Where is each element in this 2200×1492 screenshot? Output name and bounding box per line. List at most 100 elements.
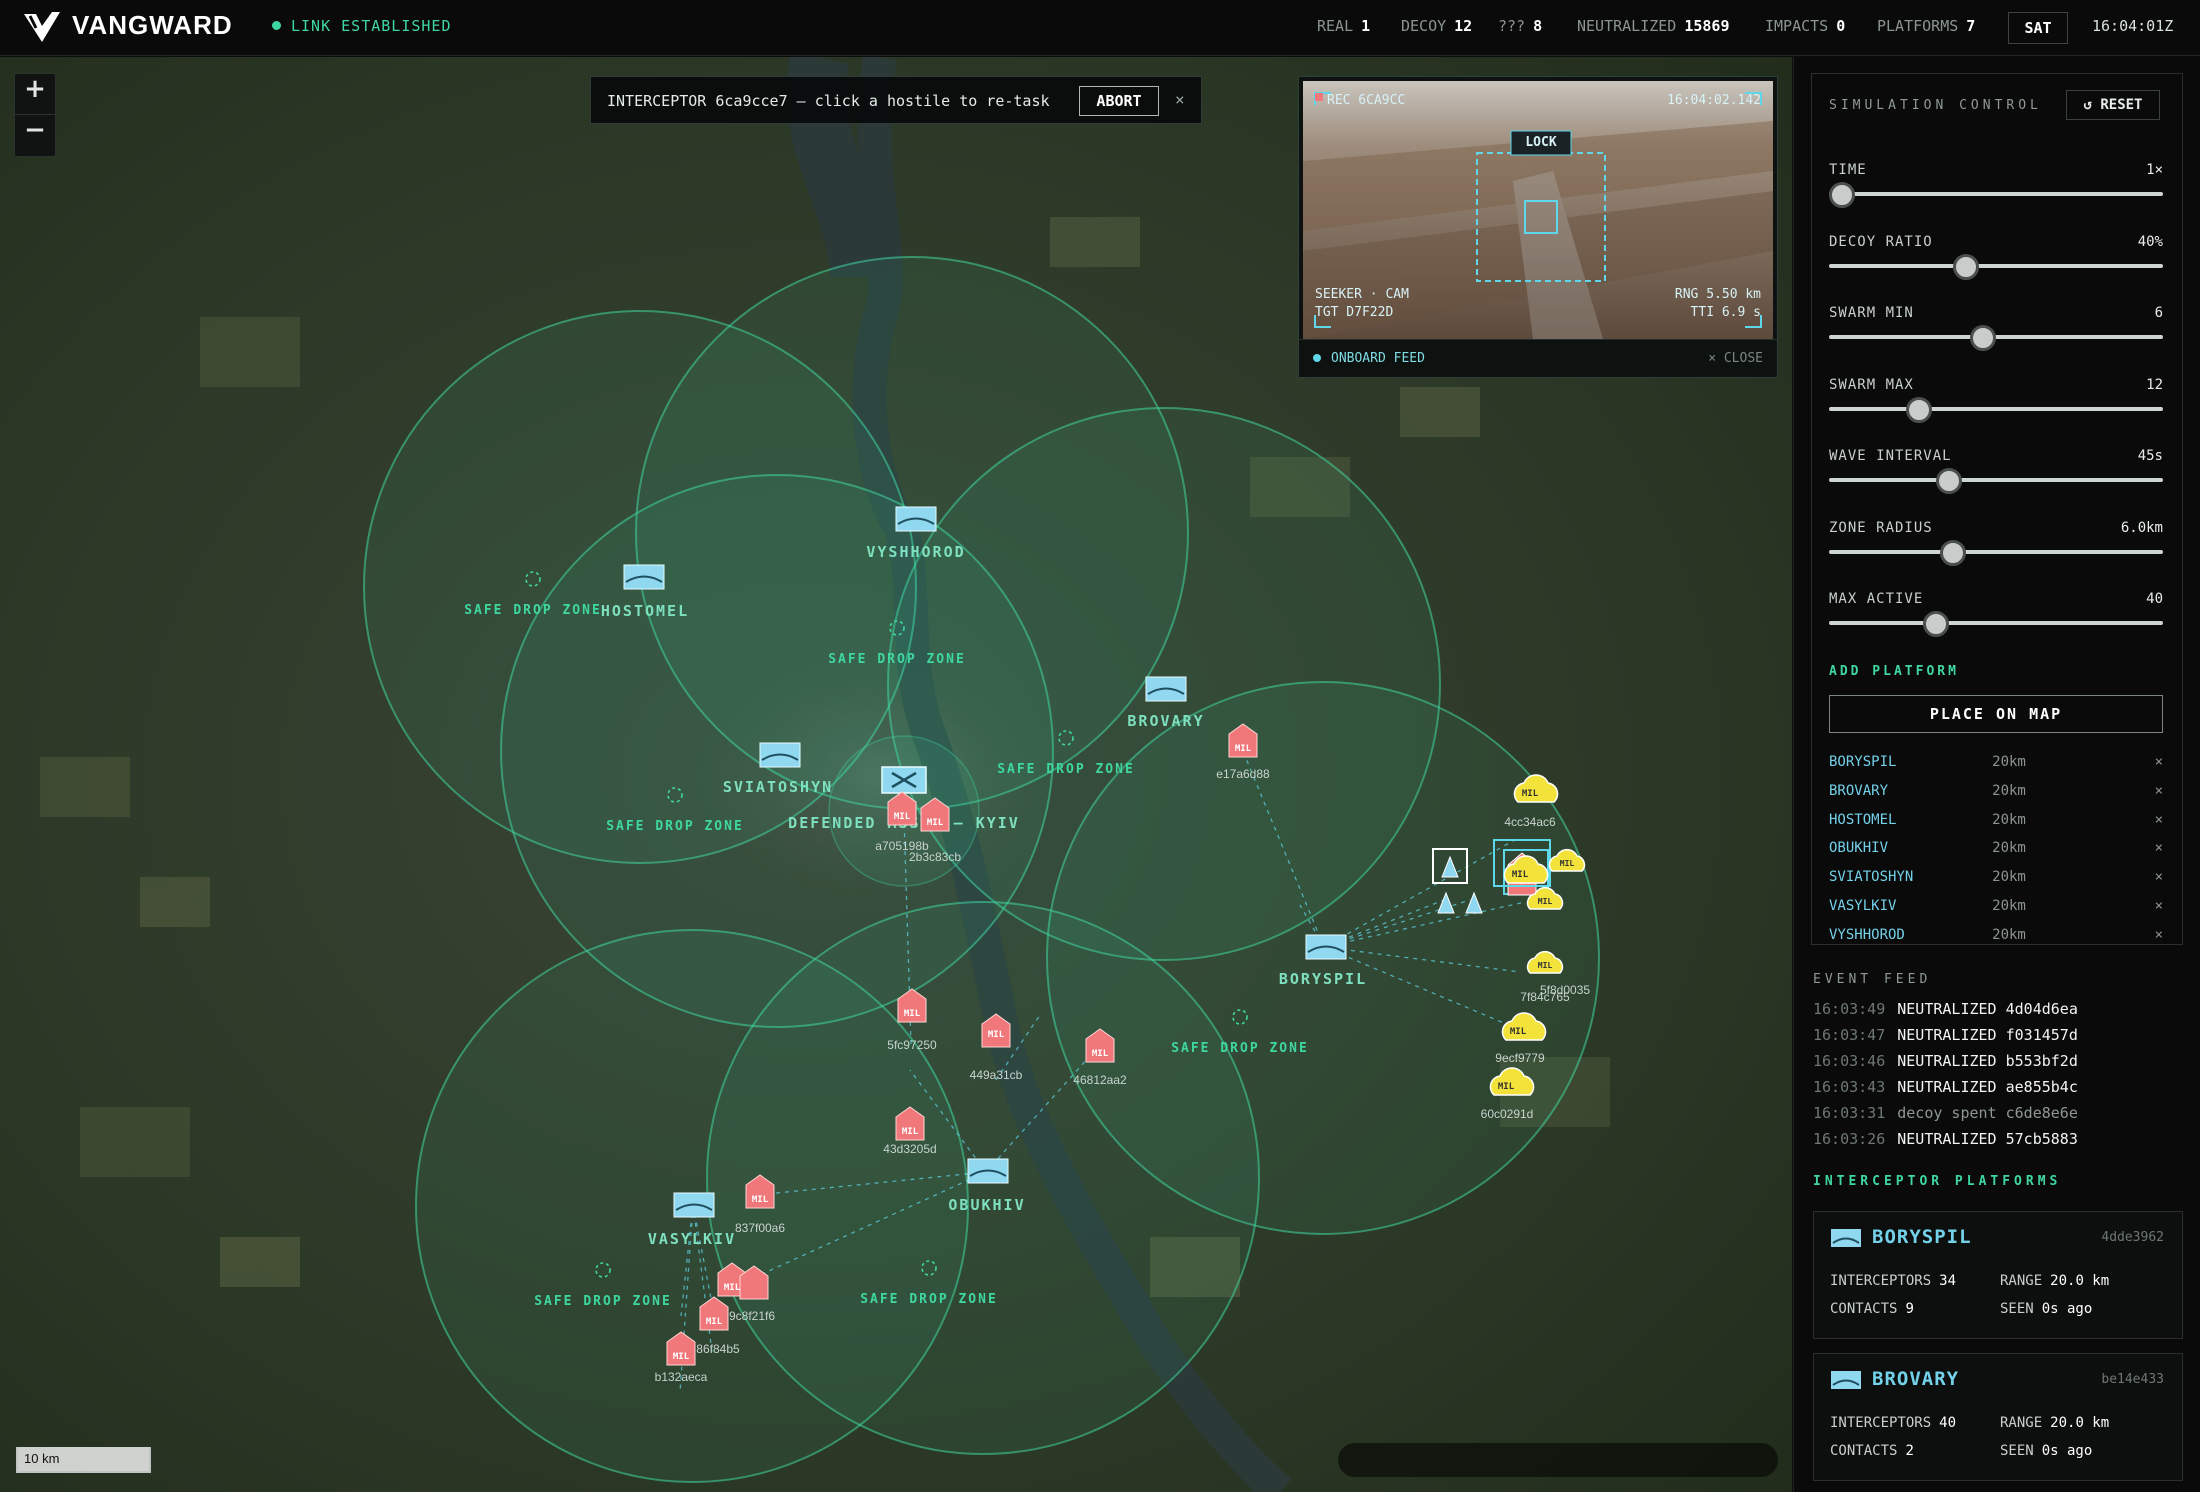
platform-icon bbox=[1831, 1371, 1861, 1389]
hostile-track[interactable]: MIL 46812aa2 bbox=[1073, 1028, 1127, 1087]
interceptor-drones[interactable] bbox=[1432, 848, 1483, 914]
unknown-track[interactable]: MIL bbox=[1548, 848, 1586, 872]
platform-row-vyshhorod[interactable]: VYSHHOROD 20km × bbox=[1829, 927, 2163, 949]
link-status: LINK ESTABLISHED bbox=[272, 17, 452, 35]
unknown-track-selected[interactable]: MIL bbox=[1493, 839, 1551, 887]
interceptor-drone-icon[interactable] bbox=[1465, 891, 1483, 914]
slider-swarm-max[interactable]: SWARM MAX 12 bbox=[1829, 377, 2163, 437]
unknown-track[interactable]: MIL 4cc34ac6 bbox=[1504, 774, 1559, 829]
platform-name[interactable]: SVIATOSHYN bbox=[1829, 869, 1913, 885]
slider-track[interactable] bbox=[1829, 549, 2163, 554]
slider-swarm-min[interactable]: SWARM MIN 6 bbox=[1829, 305, 2163, 365]
hostile-track[interactable]: MIL e17a6d88 bbox=[1216, 723, 1270, 781]
feed-close-button[interactable]: × CLOSE bbox=[1708, 351, 1763, 366]
hostile-track[interactable]: MIL 86f84b5 bbox=[696, 1296, 740, 1356]
abort-button[interactable]: ABORT bbox=[1079, 86, 1159, 116]
platform-marker-sviatoshyn[interactable] bbox=[759, 742, 801, 768]
contacts-count: CONTACTS 2 bbox=[1830, 1443, 1914, 1459]
slider-track[interactable] bbox=[1829, 478, 2163, 482]
slider-track[interactable] bbox=[1829, 263, 2163, 268]
city-label-boryspil: BORYSPIL bbox=[1279, 970, 1367, 988]
city-label-obukhiv: OBUKHIV bbox=[948, 1196, 1025, 1214]
remove-platform-icon[interactable]: × bbox=[2155, 869, 2163, 885]
remove-platform-icon[interactable]: × bbox=[2155, 783, 2163, 799]
slider-time[interactable]: TIME 1× bbox=[1829, 162, 2163, 222]
event-message: NEUTRALIZED 57cb5883 bbox=[1897, 1130, 2078, 1148]
hostile-track[interactable]: MIL 449a31cb bbox=[970, 1013, 1023, 1082]
slider-handle[interactable] bbox=[1936, 468, 1963, 494]
remove-platform-icon[interactable]: × bbox=[2155, 927, 2163, 943]
stat-real: REAL 1 bbox=[1317, 17, 1371, 35]
satellite-toggle-button[interactable]: SAT bbox=[2008, 12, 2068, 44]
unknown-tracks[interactable]: MIL4cc34ac6 MIL MIL MIL MIL7f84c765 MIL9… bbox=[1481, 774, 1591, 1121]
unknown-track[interactable]: MIL 60c0291d bbox=[1481, 1067, 1535, 1121]
slider-decoy-ratio[interactable]: DECOY RATIO 40% bbox=[1829, 234, 2163, 294]
hostile-track[interactable]: MIL 837f00a6 bbox=[735, 1174, 785, 1235]
slider-track[interactable] bbox=[1829, 192, 2163, 196]
platform-card-brovary[interactable]: BROVARY be14e433 INTERCEPTORS 40 RANGE 20.… bbox=[1813, 1353, 2183, 1481]
close-icon[interactable]: × bbox=[1175, 90, 1185, 109]
slider-handle[interactable] bbox=[1969, 325, 1996, 351]
unknown-track[interactable]: MIL 9ecf9779 bbox=[1495, 1012, 1547, 1065]
hostile-track[interactable]: MIL 5fc97250 bbox=[887, 988, 937, 1052]
platform-row-obukhiv[interactable]: OBUKHIV 20km × bbox=[1829, 840, 2163, 862]
map-view[interactable]: VYSHHOROD HOSTOMEL BROVARY SVIATOSHYN DE… bbox=[0, 57, 1792, 1492]
slider-handle[interactable] bbox=[1952, 253, 1979, 280]
slider-handle[interactable] bbox=[1939, 539, 1966, 566]
remove-platform-icon[interactable]: × bbox=[2155, 754, 2163, 770]
remove-platform-icon[interactable]: × bbox=[2155, 812, 2163, 828]
platform-marker-hostomel[interactable] bbox=[623, 564, 665, 590]
platform-name[interactable]: OBUKHIV bbox=[1829, 840, 1888, 856]
place-on-map-button[interactable]: PLACE ON MAP bbox=[1829, 695, 2163, 733]
platform-card-boryspil[interactable]: BORYSPIL 4dde3962 INTERCEPTORS 34 RANGE 20… bbox=[1813, 1211, 2183, 1339]
platform-row-brovary[interactable]: BROVARY 20km × bbox=[1829, 783, 2163, 805]
svg-text:MIL: MIL bbox=[673, 1352, 690, 1362]
platform-marker-vyshhorod[interactable] bbox=[895, 506, 937, 532]
zoom-out-button[interactable]: − bbox=[15, 115, 55, 156]
slider-track[interactable] bbox=[1829, 621, 2163, 625]
platform-marker-boryspil[interactable] bbox=[1305, 934, 1347, 960]
platform-marker-vasylkiv[interactable] bbox=[673, 1192, 715, 1218]
platform-row-hostomel[interactable]: HOSTOMEL 20km × bbox=[1829, 812, 2163, 834]
platform-name[interactable]: HOSTOMEL bbox=[1829, 812, 1896, 828]
seeker-camera-view: REC 6CA9CC 16:04:02.142 LOCK SEEKER · CA… bbox=[1303, 81, 1773, 339]
safe-drop-zone-label: SAFE DROP ZONE bbox=[606, 819, 744, 834]
platform-name[interactable]: VASYLKIV bbox=[1829, 898, 1896, 914]
slider-wave-interval[interactable]: WAVE INTERVAL 45s bbox=[1829, 448, 2163, 508]
platform-name[interactable]: VYSHHOROD bbox=[1829, 927, 1905, 943]
hostile-track[interactable]: MIL 43d3205d bbox=[883, 1106, 937, 1156]
interceptors-count: INTERCEPTORS 40 bbox=[1830, 1415, 1957, 1431]
platform-name[interactable]: BORYSPIL bbox=[1829, 754, 1896, 770]
slider-track[interactable] bbox=[1829, 406, 2163, 411]
reset-button[interactable]: ↺ RESET bbox=[2066, 90, 2160, 120]
platform-row-sviatoshyn[interactable]: SVIATOSHYN 20km × bbox=[1829, 869, 2163, 891]
feed-range: RNG 5.50 km bbox=[1674, 287, 1761, 302]
svg-text:MIL: MIL bbox=[752, 1195, 769, 1205]
svg-text:9c8f21f6: 9c8f21f6 bbox=[729, 1309, 775, 1323]
platform-name[interactable]: BROVARY bbox=[1829, 783, 1888, 799]
slider-max-active[interactable]: MAX ACTIVE 40 bbox=[1829, 591, 2163, 651]
safe-drop-zone-label: SAFE DROP ZONE bbox=[1171, 1041, 1309, 1056]
slider-handle[interactable] bbox=[1829, 182, 1856, 208]
platform-row-vasylkiv[interactable]: VASYLKIV 20km × bbox=[1829, 898, 2163, 920]
interceptor-drone-icon[interactable] bbox=[1441, 855, 1459, 878]
stat-decoy: DECOY 12 bbox=[1401, 17, 1473, 35]
remove-platform-icon[interactable]: × bbox=[2155, 898, 2163, 914]
interceptor-drone-icon[interactable] bbox=[1437, 891, 1455, 914]
slider-handle[interactable] bbox=[1906, 396, 1933, 423]
platform-markers[interactable] bbox=[623, 506, 1347, 1218]
slider-zone-radius[interactable]: ZONE RADIUS 6.0km bbox=[1829, 520, 2163, 580]
remove-platform-icon[interactable]: × bbox=[2155, 840, 2163, 856]
hostile-track[interactable]: MIL b132aeca bbox=[655, 1331, 708, 1384]
defended-asset-marker[interactable] bbox=[881, 766, 927, 794]
platform-marker-obukhiv[interactable] bbox=[967, 1158, 1009, 1184]
platform-marker-brovary[interactable] bbox=[1145, 676, 1187, 702]
svg-text:43d3205d: 43d3205d bbox=[883, 1142, 936, 1156]
svg-text:449a31cb: 449a31cb bbox=[970, 1068, 1023, 1082]
slider-track[interactable] bbox=[1829, 335, 2163, 339]
platform-row-boryspil[interactable]: BORYSPIL 20km × bbox=[1829, 754, 2163, 776]
zoom-in-button[interactable]: + bbox=[15, 74, 55, 115]
zoom-controls: + − bbox=[14, 73, 56, 157]
feed-time-to-intercept: TTI 6.9 s bbox=[1690, 305, 1761, 320]
slider-handle[interactable] bbox=[1922, 611, 1949, 637]
